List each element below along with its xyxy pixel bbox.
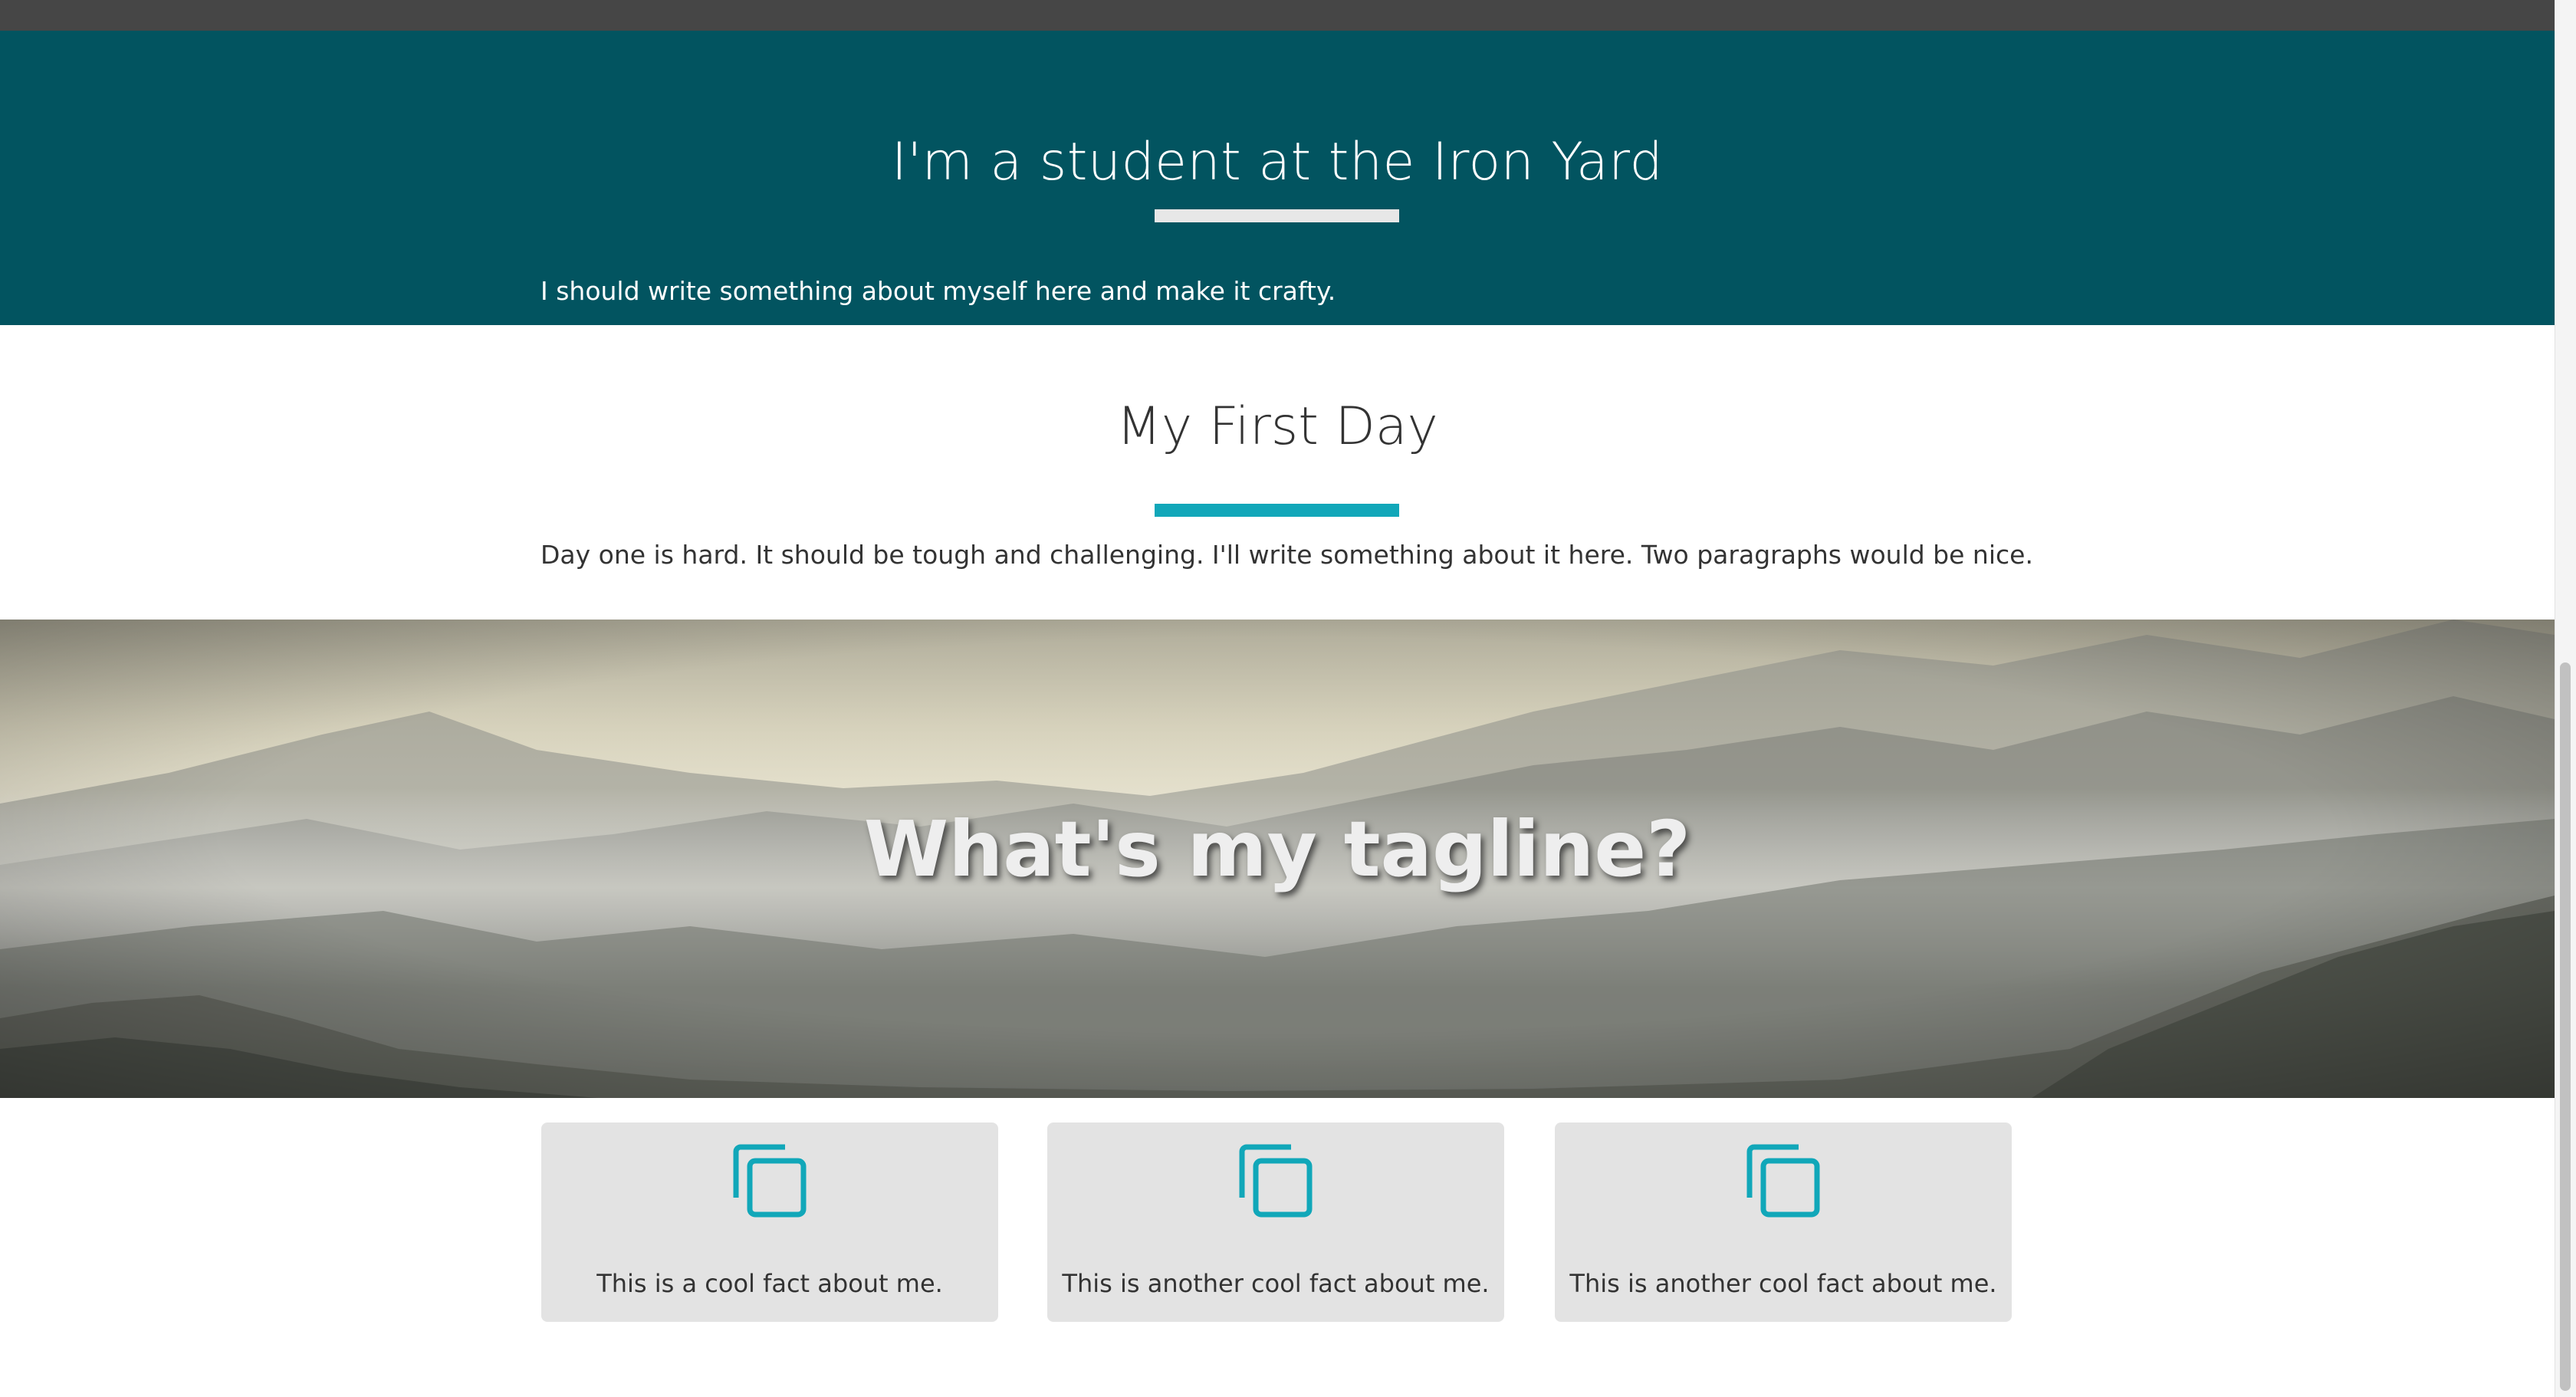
- about-section: I'm a student at the Iron Yard I should …: [0, 31, 2555, 325]
- first-day-text: Day one is hard. It should be tough and …: [540, 540, 2033, 570]
- fact-card: This is a cool fact about me.: [541, 1123, 998, 1322]
- about-divider: [1155, 209, 1399, 222]
- facts-section: This is a cool fact about me. This is an…: [0, 1123, 2555, 1322]
- fact-card: This is another cool fact about me.: [1047, 1123, 1504, 1322]
- fact-text: This is a cool fact about me.: [596, 1269, 943, 1298]
- top-strip: [0, 0, 2555, 31]
- first-day-title: My First Day: [1116, 396, 1438, 457]
- copy-icon: [1746, 1144, 1820, 1218]
- copy-icon: [733, 1144, 807, 1218]
- first-day-divider: [1155, 504, 1399, 517]
- page: I'm a student at the Iron Yard I should …: [0, 0, 2576, 1397]
- about-text: I should write something about myself he…: [540, 276, 1336, 306]
- hero-banner: What's my tagline?: [0, 620, 2555, 1098]
- vertical-scrollbar[interactable]: [2555, 0, 2576, 1397]
- fact-text: This is another cool fact about me.: [1062, 1269, 1490, 1298]
- fact-text: This is another cool fact about me.: [1569, 1269, 1997, 1298]
- about-title: I'm a student at the Iron Yard: [891, 132, 1664, 192]
- fact-card: This is another cool fact about me.: [1555, 1123, 2012, 1322]
- hero-tagline: What's my tagline?: [863, 804, 1691, 894]
- copy-icon: [1239, 1144, 1313, 1218]
- scrollbar-thumb[interactable]: [2560, 662, 2571, 1391]
